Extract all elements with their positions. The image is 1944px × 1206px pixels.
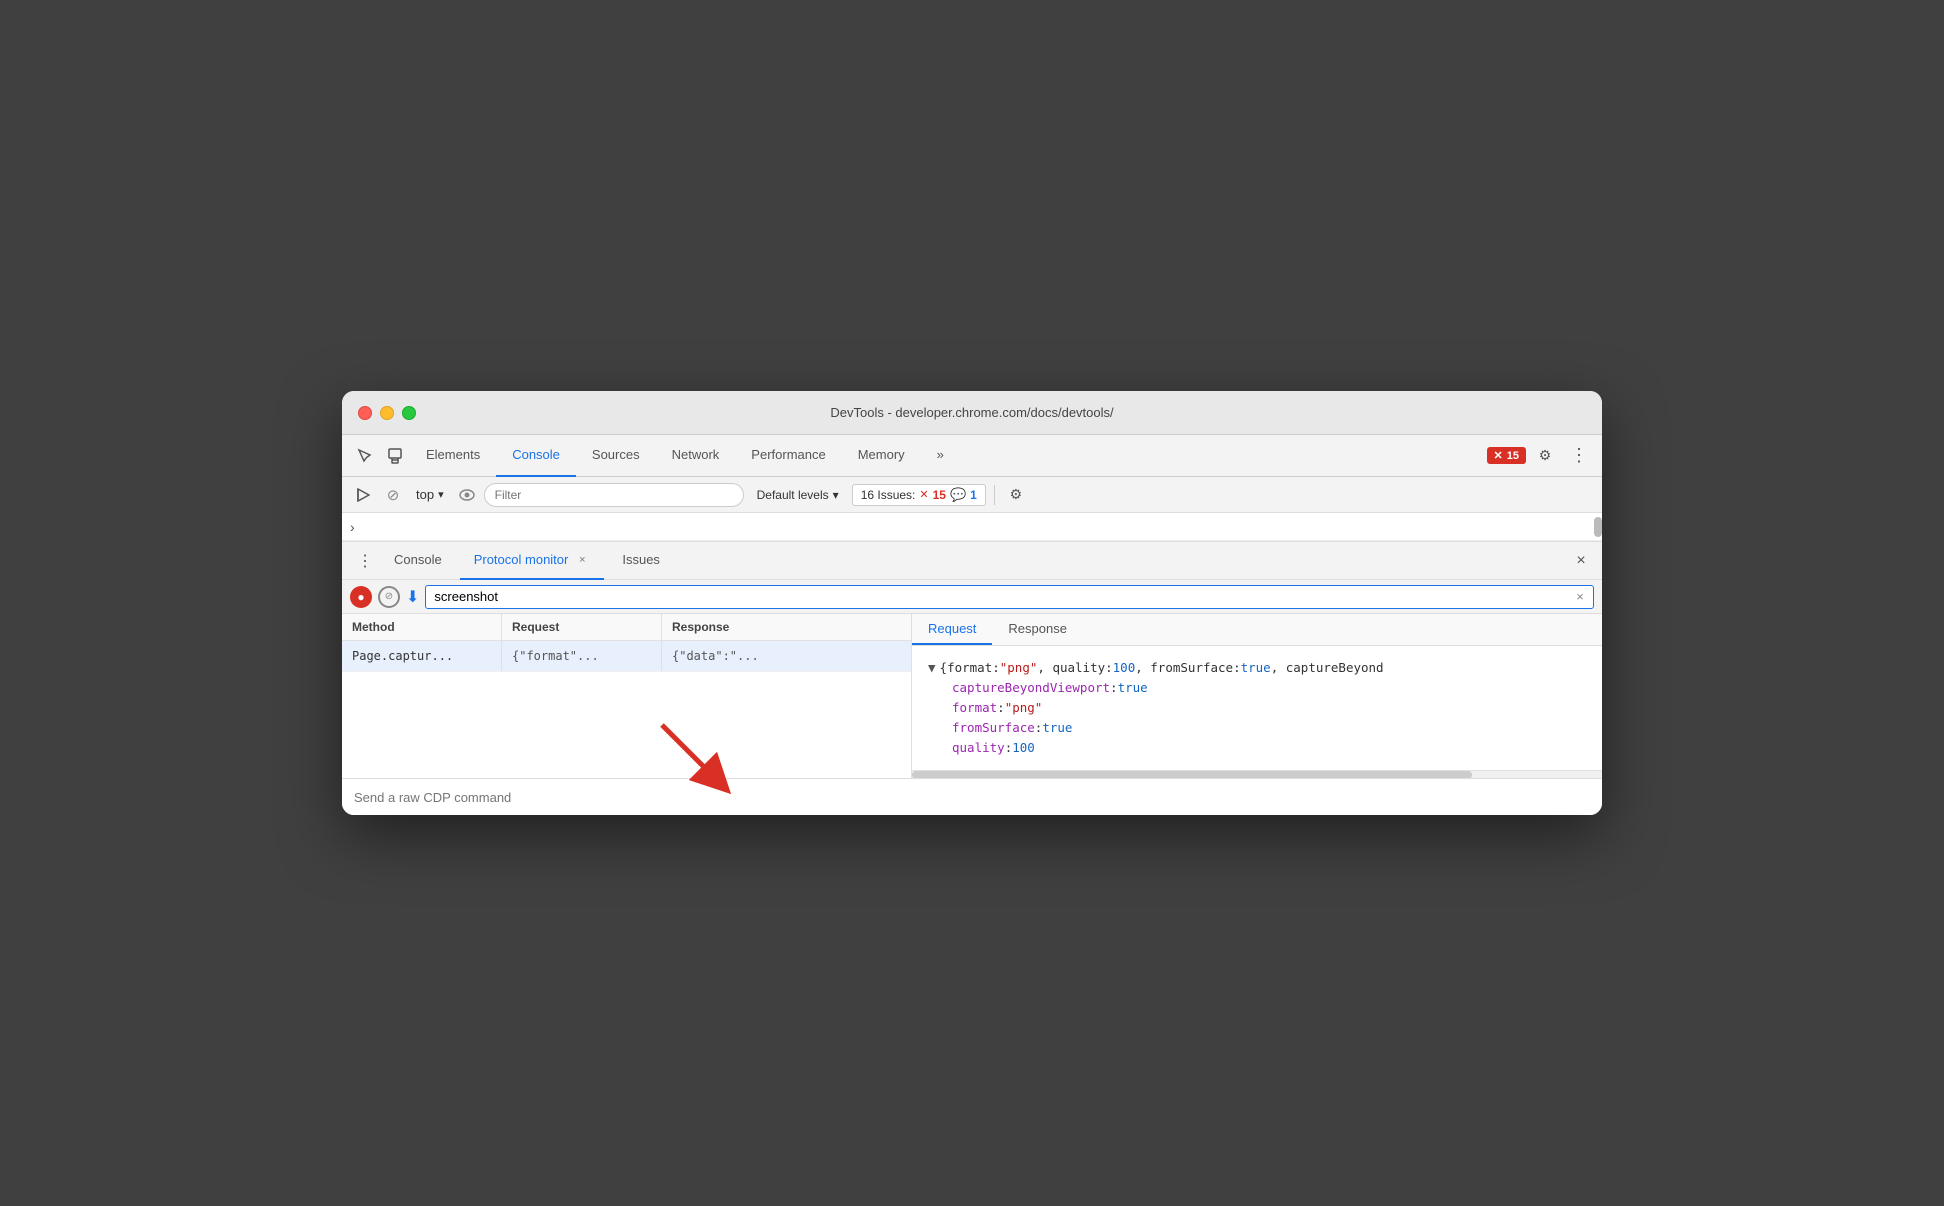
bottom-tab-console[interactable]: Console bbox=[380, 542, 456, 580]
error-count-badge[interactable]: ✕ 15 bbox=[1487, 447, 1526, 464]
tab-console[interactable]: Console bbox=[496, 435, 576, 477]
protocol-search-input[interactable] bbox=[425, 585, 1594, 609]
chevron-down-icon: ▾ bbox=[438, 488, 444, 501]
bottom-panel-more-icon[interactable]: ⋮ bbox=[350, 546, 380, 576]
eye-icon[interactable] bbox=[454, 482, 480, 508]
cdp-command-input[interactable] bbox=[342, 779, 1602, 815]
error-icon: ✕ bbox=[1494, 449, 1503, 462]
detail-scroll-area: ▼ { format: "png" , quality: 100 , fromS… bbox=[912, 646, 1602, 778]
json-line-2: format : "png" bbox=[952, 698, 1586, 718]
ban-icon[interactable]: ⊘ bbox=[380, 482, 406, 508]
protocol-monitor-close-icon[interactable]: × bbox=[574, 552, 590, 568]
protocol-table: Method Request Response Page.captur... {… bbox=[342, 614, 911, 778]
search-clear-icon[interactable]: × bbox=[1570, 587, 1590, 607]
error-icon: ✕ bbox=[919, 488, 928, 501]
method-header: Method bbox=[342, 614, 502, 640]
tab-more[interactable]: » bbox=[921, 435, 960, 477]
json-line-1: captureBeyondViewport : true bbox=[952, 678, 1586, 698]
bottom-panel: ⋮ Console Protocol monitor × Issues × ● … bbox=[342, 541, 1602, 815]
console-settings-icon[interactable]: ⚙ bbox=[1003, 482, 1029, 508]
vertical-scrollbar-thumb bbox=[1594, 517, 1602, 537]
issues-info-count: 1 bbox=[970, 488, 977, 502]
console-prompt-row: › bbox=[342, 513, 1602, 541]
tabs-right-area: ✕ 15 ⚙ ⋮ bbox=[1487, 441, 1594, 471]
collapse-icon[interactable]: ▼ bbox=[928, 658, 936, 678]
maximize-button[interactable] bbox=[402, 406, 416, 420]
tab-network[interactable]: Network bbox=[656, 435, 736, 477]
json-line-4: quality : 100 bbox=[952, 738, 1586, 758]
error-count: 15 bbox=[1507, 450, 1519, 462]
tab-memory[interactable]: Memory bbox=[842, 435, 921, 477]
default-levels-button[interactable]: Default levels ▾ bbox=[748, 484, 848, 506]
horizontal-scrollbar-thumb bbox=[912, 771, 1472, 778]
console-prompt-arrow[interactable]: › bbox=[350, 519, 355, 535]
protocol-table-pane: Method Request Response Page.captur... {… bbox=[342, 614, 912, 778]
cdp-input-row bbox=[342, 778, 1602, 815]
inspect-element-icon[interactable] bbox=[350, 441, 380, 471]
request-cell: {"format"... bbox=[502, 641, 662, 671]
more-options-icon[interactable]: ⋮ bbox=[1564, 441, 1594, 471]
title-bar: DevTools - developer.chrome.com/docs/dev… bbox=[342, 391, 1602, 435]
settings-icon[interactable]: ⚙ bbox=[1530, 441, 1560, 471]
bottom-tab-protocol-monitor[interactable]: Protocol monitor × bbox=[460, 542, 605, 580]
table-header-row: Method Request Response bbox=[342, 614, 911, 641]
vertical-scrollbar[interactable] bbox=[1594, 513, 1602, 540]
traffic-lights bbox=[358, 406, 416, 420]
bottom-tab-issues[interactable]: Issues bbox=[608, 542, 674, 580]
request-header: Request bbox=[502, 614, 662, 640]
tab-performance[interactable]: Performance bbox=[735, 435, 841, 477]
response-cell: {"data":"... bbox=[662, 641, 911, 671]
method-cell: Page.captur... bbox=[342, 641, 502, 671]
divider bbox=[994, 485, 995, 505]
horizontal-scrollbar[interactable] bbox=[912, 770, 1602, 778]
protocol-split-view: Method Request Response Page.captur... {… bbox=[342, 614, 1602, 778]
protocol-toolbar: ● ⊘ ⬇ × bbox=[342, 580, 1602, 614]
protocol-detail-pane: Request Response ▼ { format: "pn bbox=[912, 614, 1602, 778]
json-properties: captureBeyondViewport : true format : "p… bbox=[928, 678, 1586, 758]
window-title: DevTools - developer.chrome.com/docs/dev… bbox=[830, 405, 1113, 420]
table-row[interactable]: Page.captur... {"format"... {"data":"... bbox=[342, 641, 911, 672]
download-icon[interactable]: ⬇ bbox=[406, 587, 419, 607]
clear-button[interactable]: ⊘ bbox=[378, 586, 400, 608]
run-script-icon[interactable] bbox=[350, 482, 376, 508]
issues-error-count: 15 bbox=[933, 488, 946, 502]
bottom-panel-close-icon[interactable]: × bbox=[1568, 548, 1594, 574]
tab-elements[interactable]: Elements bbox=[410, 435, 496, 477]
bottom-tabs-bar: ⋮ Console Protocol monitor × Issues × bbox=[342, 542, 1602, 580]
detail-tab-response[interactable]: Response bbox=[992, 614, 1083, 645]
console-toolbar: ⊘ top ▾ Default levels ▾ 16 Issues: ✕ 15… bbox=[342, 477, 1602, 513]
protocol-monitor-panel: ● ⊘ ⬇ × Method Request Response bbox=[342, 580, 1602, 815]
chevron-down-icon: ▾ bbox=[833, 488, 839, 502]
response-header: Response bbox=[662, 614, 911, 640]
close-button[interactable] bbox=[358, 406, 372, 420]
detail-tab-request[interactable]: Request bbox=[912, 614, 992, 645]
detail-tabs: Request Response bbox=[912, 614, 1602, 646]
context-selector[interactable]: top ▾ bbox=[410, 484, 450, 505]
devtools-tabs-bar: Elements Console Sources Network Perform… bbox=[342, 435, 1602, 477]
tab-sources[interactable]: Sources bbox=[576, 435, 656, 477]
minimize-button[interactable] bbox=[380, 406, 394, 420]
filter-input[interactable] bbox=[484, 483, 744, 507]
search-wrapper: × bbox=[425, 585, 1594, 609]
json-summary-line: ▼ { format: "png" , quality: 100 , fromS… bbox=[928, 658, 1586, 678]
record-button[interactable]: ● bbox=[350, 586, 372, 608]
info-icon: 💬 bbox=[950, 487, 966, 503]
detail-content: ▼ { format: "png" , quality: 100 , fromS… bbox=[912, 646, 1602, 770]
device-mode-icon[interactable] bbox=[380, 441, 410, 471]
json-line-3: fromSurface : true bbox=[952, 718, 1586, 738]
issues-badge[interactable]: 16 Issues: ✕ 15 💬 1 bbox=[852, 484, 986, 506]
